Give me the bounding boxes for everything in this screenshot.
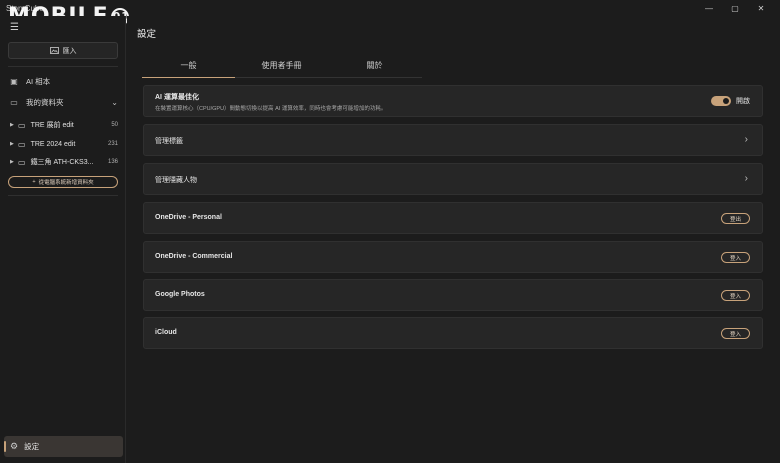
minimize-button[interactable]: — [696,0,722,16]
manage-hidden-people-label: 管理隱藏人物 [155,177,197,184]
folder-icon: ▭ [18,157,26,167]
album-icon: ▣ [10,76,18,86]
folder-count: 50 [111,122,118,128]
chevron-right-icon: › [744,173,748,184]
folder-item[interactable]: ▶ ▭ TRE 2024 edit 231 [10,137,120,151]
window-controls: — ▢ ✕ [696,0,774,16]
manage-hidden-people-row[interactable]: 管理隱藏人物 › [143,163,763,195]
sign-out-button[interactable]: 登出 [721,213,750,224]
folder-count: 231 [107,141,118,147]
sidebar-item-label: AI 相本 [26,76,51,86]
divider [8,195,118,196]
chevron-down-icon[interactable]: ⌄ [111,98,118,107]
maximize-button[interactable]: ▢ [722,0,748,16]
account-name: OneDrive - Personal [155,214,222,221]
account-name: OneDrive - Commercial [155,253,233,260]
tab-about[interactable]: 關於 [328,60,421,77]
account-name: Google Photos [155,291,205,298]
page-title: 設定 [137,29,157,40]
import-label: 匯入 [62,47,77,55]
folder-icon: ▭ [10,97,18,107]
main-content: 設定 一般 使用者手冊 關於 AI 運算最佳化 在裝置運算核心（CPU/GPU）… [127,16,780,463]
sign-in-button[interactable]: 登入 [721,328,750,339]
add-folder-button[interactable]: + 從電腦系統新增資料夾 [8,176,118,188]
chevron-right-icon: › [744,134,748,145]
sidebar-item-settings[interactable]: ⚙ 設定 [4,436,123,457]
sign-in-button[interactable]: 登入 [721,290,750,301]
import-button[interactable]: 匯入 [8,42,118,59]
ai-optimization-card: AI 運算最佳化 在裝置運算核心（CPU/GPU）間動態切換以提高 AI 運算效… [143,85,763,117]
account-name: iCloud [155,329,177,336]
add-folder-label: 從電腦系統新增資料夾 [38,180,94,186]
folder-item[interactable]: ▶ ▭ 鐵三角 ATH-CKS3... 136 [10,155,120,169]
expand-arrow-icon[interactable]: ▶ [10,141,18,147]
sidebar-item-ai-album[interactable]: ▣ AI 相本 [8,74,120,88]
toggle-label: 開啟 [736,98,750,105]
folder-name: TRE 展前 edit [30,122,74,129]
sidebar-item-label: 我的資料夾 [26,97,64,107]
gear-icon: ⚙ [10,441,19,451]
plus-icon: + [32,179,36,185]
sign-in-button[interactable]: 登入 [721,252,750,263]
folder-icon: ▭ [18,120,26,130]
tab-user-manual[interactable]: 使用者手冊 [235,60,328,77]
tab-general[interactable]: 一般 [142,60,235,78]
toggle-knob [723,98,729,104]
account-row-onedrive-personal: OneDrive - Personal 登出 [143,202,763,234]
folder-count: 136 [107,159,118,165]
ai-optimization-title: AI 運算最佳化 [155,94,199,101]
ai-optimization-toggle[interactable] [711,96,731,106]
menu-icon[interactable]: ☰ [10,22,19,33]
expand-arrow-icon[interactable]: ▶ [10,122,18,128]
active-indicator [4,441,6,452]
sidebar-item-my-folders[interactable]: ▭ 我的資料夾 ⌄ [8,95,120,109]
folder-icon: ▭ [18,139,26,149]
tab-bar: 一般 使用者手冊 關於 [142,60,422,78]
account-row-icloud: iCloud 登入 [143,317,763,349]
close-button[interactable]: ✕ [748,0,774,16]
sidebar: ☰ 匯入 ▣ AI 相本 ▭ 我的資料夾 ⌄ ▶ ▭ TRE 展前 edit 5… [0,16,126,463]
account-row-onedrive-commercial: OneDrive - Commercial 登入 [143,241,763,273]
divider [8,66,118,67]
folder-name: 鐵三角 ATH-CKS3... [30,159,94,166]
manage-tags-row[interactable]: 管理標籤 › [143,124,763,156]
image-icon [49,47,59,54]
sidebar-item-label: 設定 [24,442,40,451]
folder-item[interactable]: ▶ ▭ TRE 展前 edit 50 [10,118,120,132]
manage-tags-label: 管理標籤 [155,138,183,145]
folder-name: TRE 2024 edit [30,140,76,148]
ai-optimization-desc: 在裝置運算核心（CPU/GPU）間動態切換以提高 AI 運算效率，同時也會考慮可… [155,106,387,112]
expand-arrow-icon[interactable]: ▶ [10,159,18,165]
account-row-google-photos: Google Photos 登入 [143,279,763,311]
